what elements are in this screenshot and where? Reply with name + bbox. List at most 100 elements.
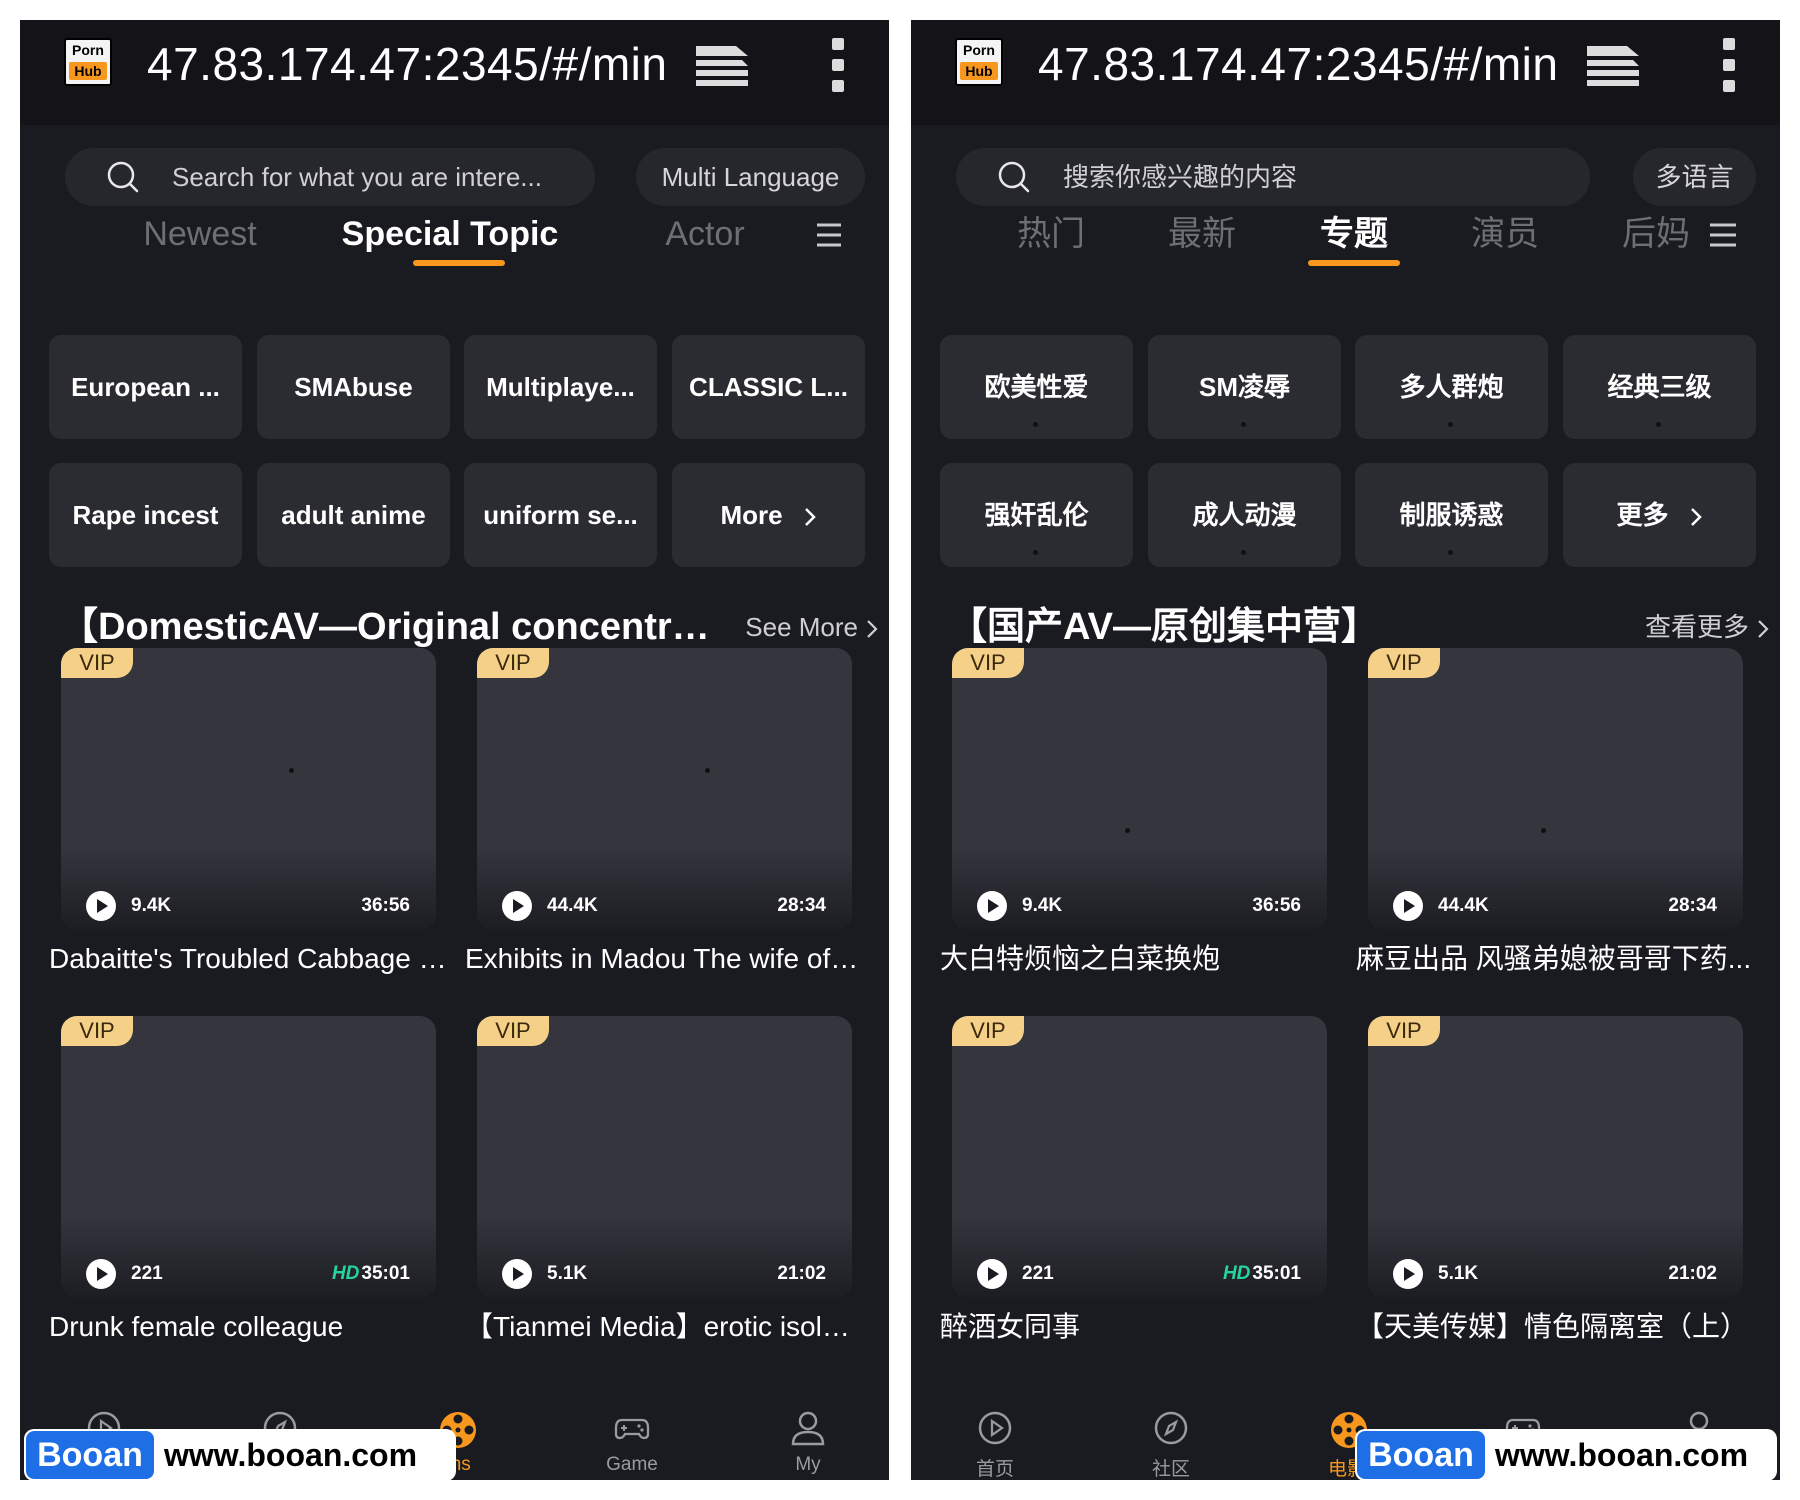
chevron-right-icon [1690,508,1702,527]
video-title[interactable]: 醉酒女同事 [940,1305,1340,1349]
site-logo[interactable]: Porn Hub [64,38,112,86]
site-logo[interactable]: Porn Hub [955,38,1003,86]
search-input[interactable]: 搜索你感兴趣的内容 [1063,148,1560,206]
tab-stepmom[interactable]: 后妈 [1601,210,1711,258]
video-title[interactable]: Drunk female colleague [49,1305,449,1349]
watermark: Booan www.booan.com [1357,1431,1775,1479]
vip-badge: VIP [477,1016,549,1046]
topic-chip[interactable]: adult anime [257,463,450,567]
tab-actor[interactable]: Actor [640,210,770,258]
topic-chip[interactable]: 欧美性爱 [940,335,1133,439]
phone-screen-chinese: Porn Hub 47.83.174.47:2345/#/min 搜索你感兴趣的… [911,20,1780,1480]
topic-chip-label: 制服诱惑 [1399,500,1504,530]
video-thumbnail[interactable]: VIP 44.4K 28:34 [477,648,852,929]
logo-text-bottom: Hub [960,62,998,80]
menu-icon[interactable] [1708,220,1738,250]
duration-text: 35:01 [361,1263,410,1284]
topic-chip[interactable]: Rape incest [49,463,242,567]
tab-newest[interactable]: Newest [120,210,280,258]
vip-badge: VIP [1368,1016,1440,1046]
topic-chip[interactable]: 经典三级 [1563,335,1756,439]
search-bar[interactable]: Search for what you are intere... [65,148,595,206]
duration: HD 35:01 [1223,1258,1301,1290]
gamepad-icon [614,1418,650,1440]
tab-newest[interactable]: 最新 [1147,210,1257,258]
view-count: 5.1K [1438,1263,1479,1284]
view-count: 5.1K [547,1263,588,1284]
topic-chip[interactable]: uniform se... [464,463,657,567]
topic-chip[interactable]: Multiplaye... [464,335,657,439]
video-title[interactable]: 【天美传媒】情色隔离室（上） [1356,1305,1756,1349]
more-topics-button[interactable]: 更多 [1563,463,1756,567]
video-title[interactable]: 大白特烦恼之白菜换炮 [940,937,1340,981]
phone-screen-english: Porn Hub 47.83.174.47:2345/#/min Search … [20,20,889,1480]
more-topics-label: 更多 [1616,500,1669,530]
nav-my[interactable]: My [738,1400,878,1480]
tab-special-topic[interactable]: 专题 [1299,210,1409,258]
video-title[interactable]: Exhibits in Madou The wife of t... [465,937,865,981]
tab-actor[interactable]: 演员 [1450,210,1560,258]
duration-text: 21:02 [1668,1263,1717,1284]
video-title[interactable]: 麻豆出品 风骚弟媳被哥哥下药... [1356,937,1756,981]
video-title[interactable]: 【Tianmei Media】erotic isolati... [465,1305,865,1349]
nav-game[interactable]: Game [562,1400,702,1480]
more-topics-button[interactable]: More [672,463,865,567]
topic-chip[interactable]: CLASSIC L... [672,335,865,439]
logo-text-top: Porn [72,42,104,58]
topic-chip[interactable]: 强奸乱伦 [940,463,1133,567]
address-url[interactable]: 47.83.174.47:2345/#/min [147,34,667,94]
duration: 21:02 [775,1258,826,1290]
play-icon [1393,891,1423,921]
user-icon [791,1411,825,1446]
nav-home[interactable]: 首页 [925,1400,1065,1480]
language-button[interactable]: Multi Language [636,148,865,206]
video-thumbnail[interactable]: VIP 5.1K 21:02 [477,1016,852,1297]
topic-chip[interactable]: SM凌辱 [1148,335,1341,439]
video-thumbnail[interactable]: VIP 9.4K 36:56 [952,648,1327,929]
topic-chip[interactable]: European ... [49,335,242,439]
menu-icon[interactable] [815,220,845,250]
video-thumbnail[interactable]: VIP 221 HD 35:01 [952,1016,1327,1297]
compass-icon [1154,1411,1188,1445]
duration: HD 35:01 [332,1258,410,1290]
topic-chip-label: 欧美性爱 [984,372,1089,402]
play-icon [86,891,116,921]
video-title[interactable]: Dabaitte's Troubled Cabbage C... [49,937,449,981]
duration: 28:34 [775,890,826,922]
topic-chip[interactable]: 多人群炮 [1355,335,1548,439]
see-more-label: 查看更多 [1644,612,1749,642]
play-icon [977,1259,1007,1289]
more-vertical-icon[interactable] [830,38,846,92]
duration: 36:56 [1250,890,1301,922]
view-count: 221 [131,1263,163,1284]
address-url[interactable]: 47.83.174.47:2345/#/min [1038,34,1558,94]
active-tab-indicator [1308,260,1400,266]
view-count: 221 [1022,1263,1054,1284]
tabs-stack-icon[interactable] [1583,42,1643,88]
topic-chip[interactable]: SMAbuse [257,335,450,439]
search-bar[interactable]: 搜索你感兴趣的内容 [956,148,1590,206]
video-thumbnail[interactable]: VIP 221 HD 35:01 [61,1016,436,1297]
nav-label: My [795,1454,821,1475]
video-thumbnail[interactable]: VIP 9.4K 36:56 [61,648,436,929]
video-thumbnail[interactable]: VIP 44.4K 28:34 [1368,648,1743,929]
play-icon [502,1259,532,1289]
topic-chip[interactable]: 成人动漫 [1148,463,1341,567]
more-vertical-icon[interactable] [1721,38,1737,92]
video-thumbnail[interactable]: VIP 5.1K 21:02 [1368,1016,1743,1297]
tab-special-topic[interactable]: Special Topic [320,210,580,258]
watermark-brand: Booan [1357,1431,1485,1479]
browser-address-bar: Porn Hub 47.83.174.47:2345/#/min [20,20,889,125]
nav-label: 首页 [975,1459,1014,1480]
tabs-stack-icon[interactable] [692,42,752,88]
tab-hot[interactable]: 热门 [996,210,1106,258]
nav-community[interactable]: 社区 [1101,1400,1241,1480]
nav-label: 社区 [1151,1459,1190,1480]
duration: 28:34 [1666,890,1717,922]
language-button[interactable]: 多语言 [1633,148,1756,206]
view-count: 9.4K [131,895,172,916]
vip-badge: VIP [61,1016,133,1046]
search-input[interactable]: Search for what you are intere... [172,148,565,206]
duration-text: 35:01 [1252,1263,1301,1284]
topic-chip[interactable]: 制服诱惑 [1355,463,1548,567]
